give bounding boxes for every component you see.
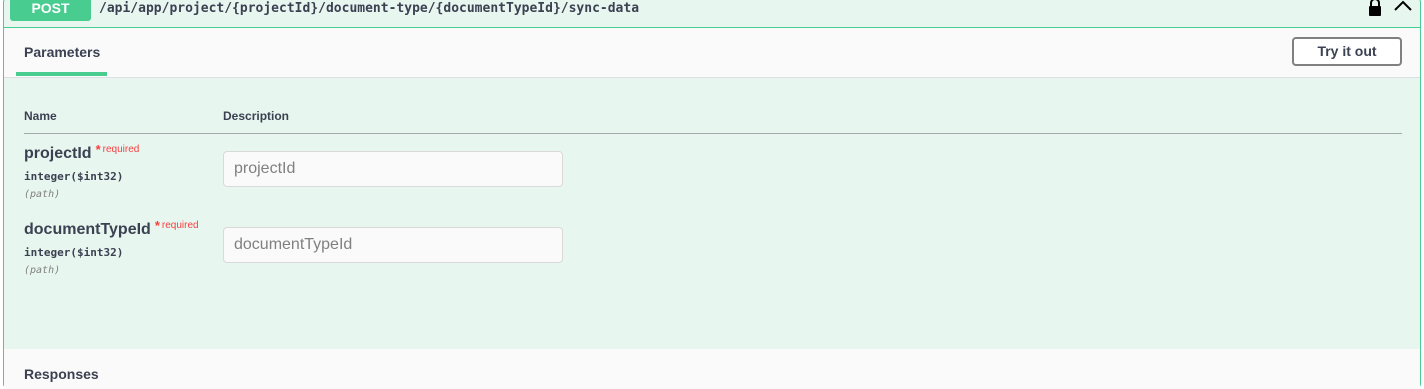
param-location: (path) [24, 265, 61, 276]
required-label: required [161, 220, 199, 231]
param-type: integer($int32) [24, 246, 124, 259]
parameters-header: Parameters Try it out [4, 28, 1420, 78]
operation-path: /api/app/project/{projectId}/document-ty… [99, 1, 640, 16]
param-name-documenttypeid: documentTypeId * required [24, 218, 199, 239]
column-header-name: Name [24, 109, 57, 123]
tab-parameters[interactable]: Parameters [16, 28, 107, 76]
param-name-projectid: projectId * required [24, 142, 140, 163]
responses-title: Responses [24, 366, 99, 382]
lock-icon[interactable] [1367, 0, 1383, 16]
required-star: * [154, 218, 160, 233]
operation-block: POST /api/app/project/{projectId}/docume… [3, 0, 1421, 389]
tab-parameters-label: Parameters [24, 44, 101, 60]
operation-summary[interactable]: POST /api/app/project/{projectId}/docume… [4, 0, 1420, 28]
chevron-up-icon[interactable] [1392, 0, 1414, 14]
projectid-input[interactable] [223, 151, 563, 187]
responses-header: Responses [4, 349, 1420, 389]
header-divider [24, 133, 1402, 134]
column-header-description: Description [223, 109, 290, 123]
try-it-out-button[interactable]: Try it out [1292, 37, 1402, 66]
param-type: integer($int32) [24, 170, 124, 183]
required-label: required [102, 144, 140, 155]
param-name-text: documentTypeId [24, 221, 151, 238]
param-location: (path) [24, 189, 61, 200]
param-name-text: projectId [24, 145, 92, 162]
required-star: * [95, 142, 101, 157]
documenttypeid-input[interactable] [223, 227, 563, 263]
method-badge: POST [10, 0, 91, 21]
